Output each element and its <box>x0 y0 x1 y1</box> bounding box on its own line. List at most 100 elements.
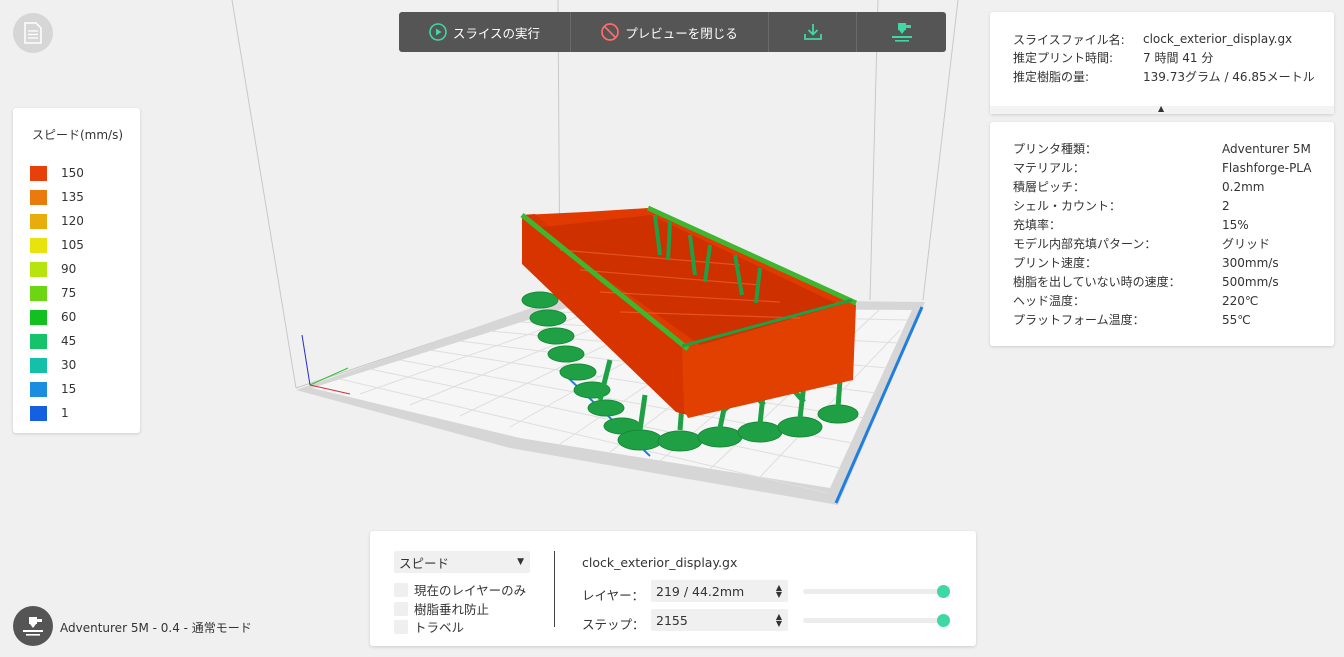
legend-value: 75 <box>61 286 77 300</box>
resin-label: 推定樹脂の量: <box>1013 69 1090 84</box>
spin-arrows-icon[interactable]: ▲ ▼ <box>776 584 782 599</box>
setting-value: グリッド <box>1222 237 1271 251</box>
legend-title: スピード(mm/s) <box>32 128 124 142</box>
prevent-ooze-checkbox[interactable] <box>394 601 408 616</box>
spin-arrows-icon[interactable]: ▲ ▼ <box>776 613 782 628</box>
close-preview-label: プレビューを閉じる <box>625 25 738 41</box>
slice-button-label: スライスの実行 <box>452 25 541 41</box>
setting-row: マテリアル： Flashforge-PLA <box>1013 158 1334 177</box>
info-row: 推定プリント時間: 7 時間 41 分 <box>1013 49 1334 68</box>
legend-swatch <box>30 213 47 229</box>
prohibit-icon <box>601 23 620 41</box>
legend-item: 75 <box>30 281 140 305</box>
prevent-ooze-option[interactable]: 樹脂垂れ防止 <box>394 599 489 618</box>
printer-status-text: Adventurer 5M - 0.4 - 通常モード <box>60 621 252 635</box>
legend-swatch <box>30 237 47 253</box>
preview-toolbar: スライスの実行 プレビューを閉じる <box>399 12 946 52</box>
download-icon <box>803 24 822 40</box>
setting-label: プラットフォーム温度： <box>1013 313 1145 327</box>
info-row: 推定樹脂の量: 139.73グラム / 46.85メートル <box>1013 67 1334 86</box>
current-layer-only-option[interactable]: 現在のレイヤーのみ <box>394 580 526 599</box>
legend-item: 45 <box>30 329 140 353</box>
setting-row: 樹脂を出していない時の速度： 500mm/s <box>1013 272 1334 291</box>
setting-label: 充填率： <box>1013 218 1062 232</box>
caret-up-icon[interactable]: ▲ <box>1158 104 1164 113</box>
legend-value: 45 <box>61 334 77 348</box>
print-time-value: 7 時間 41 分 <box>1143 51 1214 66</box>
travel-label: トラベル <box>414 620 465 635</box>
legend-swatch <box>30 357 47 373</box>
setting-value: 0.2mm <box>1222 179 1265 194</box>
preview-control-panel: スピード ▼ 現在のレイヤーのみ 樹脂垂れ防止 トラベル clock_exter… <box>370 531 976 646</box>
legend-item: 120 <box>30 209 140 233</box>
setting-value: Adventurer 5M <box>1222 141 1311 156</box>
travel-checkbox[interactable] <box>394 619 408 634</box>
send-to-printer-button[interactable] <box>857 12 946 52</box>
setting-label: モデル内部充填パターン： <box>1013 237 1157 251</box>
legend-value: 150 <box>61 166 84 180</box>
legend-value: 15 <box>61 382 77 396</box>
display-mode-select[interactable]: スピード ▼ <box>394 551 530 573</box>
display-mode-value: スピード <box>399 555 450 571</box>
legend-item: 1 <box>30 401 140 425</box>
current-layer-only-label: 現在のレイヤーのみ <box>414 583 527 598</box>
legend-item: 15 <box>30 377 140 401</box>
slice-button[interactable]: スライスの実行 <box>399 12 571 52</box>
slice-info-panel: スライスファイル名: clock_exterior_display.gx 推定プリ… <box>990 12 1334 114</box>
setting-label: 積層ピッチ： <box>1013 180 1086 194</box>
file-name-label: スライスファイル名: <box>1013 32 1125 47</box>
setting-row: プリント速度： 300mm/s <box>1013 253 1334 272</box>
setting-row: プラットフォーム温度： 55℃ <box>1013 310 1334 329</box>
play-icon <box>429 23 447 41</box>
legend-swatch <box>30 381 47 397</box>
setting-row: 充填率： 15% <box>1013 215 1334 234</box>
step-slider[interactable] <box>803 614 950 627</box>
legend-swatch <box>30 309 47 325</box>
setting-row: プリンタ種類： Adventurer 5M <box>1013 139 1334 158</box>
legend-swatch <box>30 261 47 277</box>
setting-label: プリント速度： <box>1013 256 1098 270</box>
setting-row: ヘッド温度： 220℃ <box>1013 291 1334 310</box>
close-preview-button[interactable]: プレビューを閉じる <box>571 12 769 52</box>
legend-item: 90 <box>30 257 140 281</box>
setting-label: ヘッド温度： <box>1013 294 1086 308</box>
download-button[interactable] <box>769 12 857 52</box>
setting-row: モデル内部充填パターン： グリッド <box>1013 234 1334 253</box>
legend-value: 90 <box>61 262 77 276</box>
layer-slider[interactable] <box>803 585 950 598</box>
setting-label: 樹脂を出していない時の速度： <box>1013 275 1181 289</box>
layer-value: 219 / 44.2mm <box>656 583 745 599</box>
current-layer-only-checkbox[interactable] <box>394 582 408 597</box>
legend-value: 105 <box>61 238 84 252</box>
printer-nozzle-icon <box>23 617 43 636</box>
divider <box>554 551 555 627</box>
printer-button[interactable] <box>13 606 53 646</box>
travel-option[interactable]: トラベル <box>394 617 464 636</box>
step-slider-handle[interactable] <box>937 614 950 627</box>
file-list-button[interactable] <box>13 13 53 53</box>
preview-file-name: clock_exterior_display.gx <box>582 555 738 570</box>
legend-value: 30 <box>61 358 77 372</box>
step-stepper[interactable]: 2155 ▲ ▼ <box>651 609 788 631</box>
legend-value: 1 <box>61 406 69 420</box>
setting-value: Flashforge-PLA <box>1222 160 1312 175</box>
legend-swatch <box>30 285 47 301</box>
printer-nozzle-icon <box>891 23 912 42</box>
legend-value: 120 <box>61 214 84 228</box>
step-value: 2155 <box>656 612 688 628</box>
file-name-value: clock_exterior_display.gx <box>1143 32 1293 47</box>
legend-swatch <box>30 165 47 181</box>
legend-item: 135 <box>30 185 140 209</box>
legend-swatch <box>30 189 47 205</box>
legend-item: 30 <box>30 353 140 377</box>
setting-row: 積層ピッチ： 0.2mm <box>1013 177 1334 196</box>
setting-value: 500mm/s <box>1222 274 1279 289</box>
layer-slider-handle[interactable] <box>937 585 950 598</box>
setting-value: 220℃ <box>1222 293 1259 308</box>
layer-stepper[interactable]: 219 / 44.2mm ▲ ▼ <box>651 580 788 602</box>
legend-swatch <box>30 333 47 349</box>
setting-value: 2 <box>1222 198 1230 213</box>
setting-row: シェル・カウント： 2 <box>1013 196 1334 215</box>
prevent-ooze-label: 樹脂垂れ防止 <box>414 602 490 617</box>
legend-swatch <box>30 405 47 421</box>
